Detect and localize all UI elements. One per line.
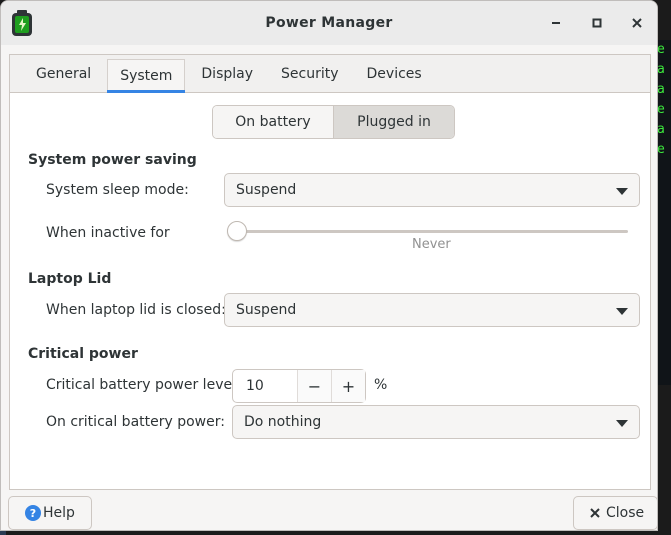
- tab-display[interactable]: Display: [189, 55, 265, 92]
- sleep-mode-label: System sleep mode:: [46, 182, 189, 198]
- critical-level-unit: %: [374, 377, 388, 393]
- section-title-laptop-lid: Laptop Lid: [28, 271, 112, 287]
- increment-button[interactable]: +: [331, 370, 365, 402]
- lid-closed-value: Suspend: [236, 302, 297, 318]
- tab-system[interactable]: System: [107, 59, 186, 93]
- critical-level-spinbutton: 10 − +: [232, 369, 366, 403]
- inactive-slider-value: Never: [412, 237, 451, 252]
- minus-icon: −: [307, 376, 322, 396]
- desktop-terminal-fragment: eaaeae: [657, 40, 671, 385]
- close-icon: [590, 508, 600, 518]
- critical-level-input[interactable]: 10: [233, 370, 297, 402]
- maximize-icon: [592, 18, 602, 28]
- tab-general[interactable]: General: [24, 55, 103, 92]
- critical-action-value: Do nothing: [244, 414, 322, 430]
- critical-level-label: Critical battery power level:: [46, 377, 241, 393]
- close-window-button[interactable]: [627, 13, 647, 33]
- help-button[interactable]: ? Help: [8, 496, 92, 530]
- plugged-in-button[interactable]: Plugged in: [333, 106, 454, 138]
- window-title: Power Manager: [265, 15, 393, 31]
- lid-closed-dropdown[interactable]: Suspend: [224, 293, 640, 327]
- inactive-slider-trough[interactable]: [236, 230, 628, 233]
- critical-action-label: On critical battery power:: [46, 414, 225, 430]
- inactive-slider-handle[interactable]: [227, 221, 247, 241]
- close-icon: [632, 18, 642, 28]
- plus-icon: +: [341, 376, 356, 396]
- close-button[interactable]: Close: [573, 496, 657, 530]
- power-manager-window: Power Manager General System Display Sec…: [0, 0, 658, 531]
- help-icon: ?: [25, 505, 41, 521]
- close-button-label: Close: [606, 505, 645, 521]
- chevron-down-icon: [616, 188, 628, 195]
- maximize-button[interactable]: [587, 13, 607, 33]
- chevron-down-icon: [616, 308, 628, 315]
- tab-bar: General System Display Security Devices: [10, 55, 650, 93]
- power-source-switcher: On battery Plugged in: [212, 105, 455, 139]
- critical-action-dropdown[interactable]: Do nothing: [232, 405, 640, 439]
- tab-security[interactable]: Security: [269, 55, 351, 92]
- settings-notebook: General System Display Security Devices …: [9, 54, 651, 490]
- tab-devices[interactable]: Devices: [355, 55, 434, 92]
- section-title-system-power-saving: System power saving: [28, 152, 197, 168]
- battery-icon: [12, 10, 32, 36]
- minimize-button[interactable]: [546, 13, 566, 33]
- help-button-label: Help: [43, 505, 75, 521]
- section-title-critical-power: Critical power: [28, 346, 138, 362]
- inactive-label: When inactive for: [46, 225, 170, 241]
- lid-closed-label: When laptop lid is closed:: [46, 302, 226, 318]
- chevron-down-icon: [616, 420, 628, 427]
- minimize-icon: [552, 22, 560, 24]
- decrement-button[interactable]: −: [297, 370, 331, 402]
- sleep-mode-dropdown[interactable]: Suspend: [224, 173, 640, 207]
- sleep-mode-value: Suspend: [236, 182, 297, 198]
- titlebar: Power Manager: [1, 1, 657, 45]
- on-battery-button[interactable]: On battery: [213, 106, 333, 138]
